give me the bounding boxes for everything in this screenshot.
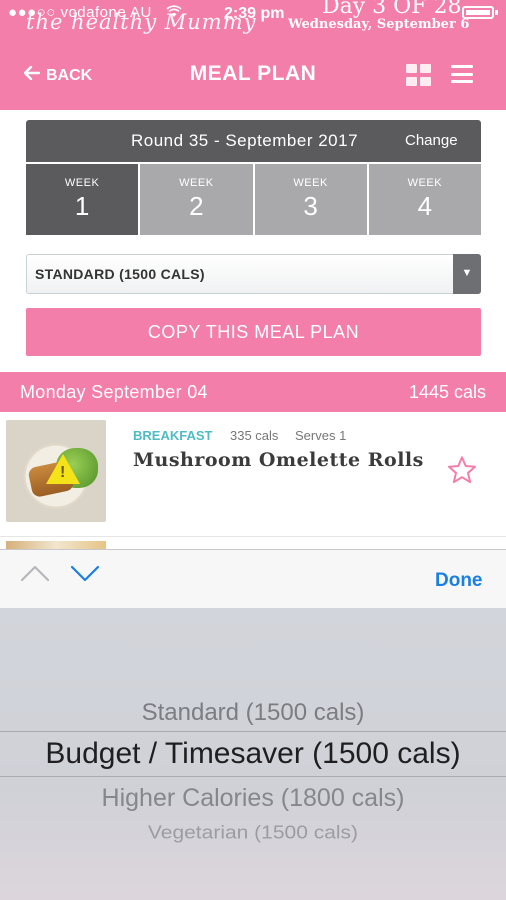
meal-cals: 335 cals — [230, 428, 279, 443]
picker-option[interactable]: Higher Calories (1800 cals) — [0, 784, 506, 813]
picker-option-selected[interactable]: Budget / Timesaver (1500 cals) — [0, 737, 506, 771]
tab-week-1[interactable]: WEEK 1 — [26, 164, 139, 235]
next-meal-peek — [0, 537, 506, 549]
meal-thumbnail: ! — [6, 420, 106, 522]
chevron-down-icon[interactable] — [70, 563, 100, 588]
picker-option[interactable]: Vegetarian (1500 cals) — [0, 822, 506, 844]
meal-serves: Serves 1 — [295, 428, 347, 443]
favorite-star-icon[interactable] — [446, 454, 478, 491]
meal-name[interactable]: Mushroom Omelette Rolls — [133, 449, 424, 471]
clock: 2:39 pm — [224, 5, 285, 22]
week-label: WEEK — [407, 177, 443, 189]
week-label: WEEK — [179, 177, 214, 189]
battery-tip — [495, 10, 498, 15]
day-header: Monday September 04 1445 cals — [0, 372, 506, 412]
warning-mark: ! — [60, 464, 66, 481]
battery-icon — [462, 6, 494, 19]
picker-selection-line — [0, 731, 506, 732]
next-meal-thumbnail — [6, 541, 106, 549]
dropdown-arrow-icon: ▼ — [453, 254, 481, 294]
done-button[interactable]: Done — [435, 570, 483, 592]
picker-selection-line — [0, 776, 506, 777]
week-tabs: WEEK 1 WEEK 2 WEEK 3 WEEK 4 — [26, 164, 481, 235]
week-number: 1 — [74, 191, 90, 221]
chevron-up-icon[interactable] — [20, 563, 50, 588]
copy-meal-plan-button[interactable]: COPY THIS MEAL PLAN — [26, 308, 481, 356]
wifi-icon — [166, 5, 182, 21]
meal-plan-select[interactable]: STANDARD (1500 CALS) ▼ — [26, 254, 481, 294]
week-number: 2 — [189, 191, 204, 221]
week-number: 4 — [417, 191, 433, 221]
select-value: STANDARD (1500 CALS) — [35, 266, 205, 282]
grid-view-icon[interactable] — [406, 64, 432, 86]
change-round-button[interactable]: Change — [405, 132, 458, 149]
tab-week-3[interactable]: WEEK 3 — [254, 164, 367, 235]
brand-logo: the healthy Mummy — [26, 10, 257, 34]
tab-week-2[interactable]: WEEK 2 — [140, 164, 253, 235]
round-bar: Round 35 - September 2017 Change — [26, 120, 481, 162]
date-overlay: Wednesday, September 6 — [288, 17, 470, 32]
day-name: Monday September 04 — [20, 382, 208, 402]
status-bar: ●●●○○ vodafone AU the healthy Mummy 2:39… — [0, 0, 506, 40]
tab-week-4[interactable]: WEEK 4 — [368, 164, 481, 235]
round-label: Round 35 - September 2017 — [131, 131, 359, 150]
picker-option[interactable]: Standard (1500 cals) — [0, 699, 506, 727]
day-total-cals: 1445 cals — [408, 382, 486, 402]
meal-type: BREAKFAST — [133, 428, 213, 443]
hamburger-menu-icon[interactable] — [451, 65, 473, 83]
week-label: WEEK — [64, 177, 100, 189]
week-label: WEEK — [293, 177, 328, 189]
week-number: 3 — [303, 191, 318, 221]
